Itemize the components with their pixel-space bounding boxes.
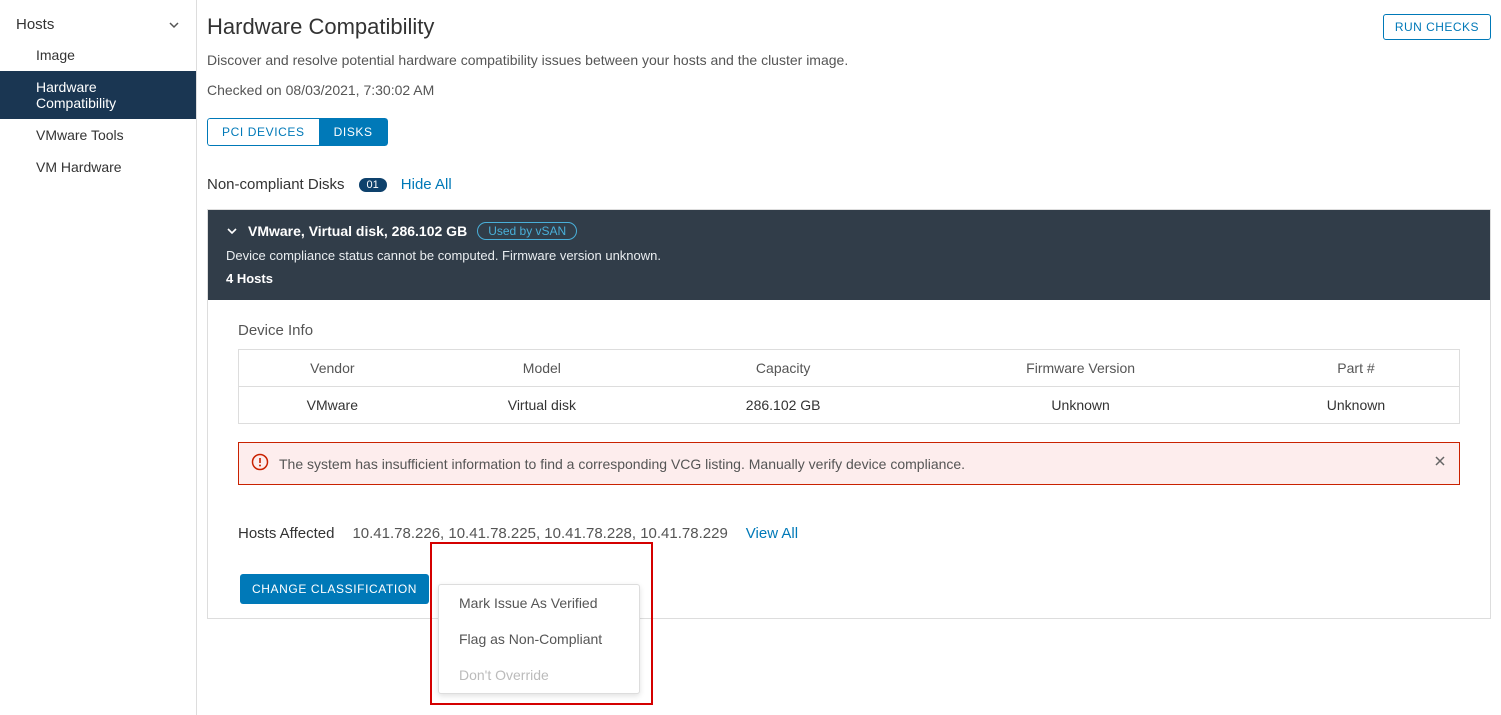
- hosts-affected-label: Hosts Affected: [238, 525, 334, 542]
- table-row: VMware Virtual disk 286.102 GB Unknown U…: [239, 387, 1460, 424]
- error-icon: [251, 453, 269, 474]
- sidebar-item-label: Hardware Compatibility: [36, 79, 116, 111]
- col-vendor: Vendor: [239, 350, 426, 387]
- sidebar-item-label: Image: [36, 47, 75, 63]
- menu-mark-verified[interactable]: Mark Issue As Verified: [439, 585, 639, 621]
- tab-pci-devices[interactable]: PCI DEVICES: [207, 118, 319, 146]
- main-content: Hardware Compatibility RUN CHECKS Discov…: [197, 0, 1501, 715]
- panel-title: VMware, Virtual disk, 286.102 GB: [248, 223, 467, 239]
- col-firmware: Firmware Version: [908, 350, 1253, 387]
- sidebar: Hosts Image Hardware Compatibility VMwar…: [0, 0, 197, 715]
- cell-capacity: 286.102 GB: [658, 387, 908, 424]
- panel-hosts-summary: 4 Hosts: [226, 271, 1472, 286]
- vsan-badge: Used by vSAN: [477, 222, 577, 240]
- chevron-down-icon: [168, 19, 180, 31]
- device-info-label: Device Info: [238, 322, 1460, 339]
- alert-text: The system has insufficient information …: [279, 456, 965, 472]
- sidebar-item-hardware-compatibility[interactable]: Hardware Compatibility: [0, 71, 196, 119]
- panel-header[interactable]: VMware, Virtual disk, 286.102 GB Used by…: [208, 210, 1490, 300]
- disk-panel: VMware, Virtual disk, 286.102 GB Used by…: [207, 209, 1491, 619]
- noncompliant-label: Non-compliant Disks: [207, 176, 345, 193]
- device-tabs: PCI DEVICES DISKS: [207, 118, 388, 146]
- hide-all-link[interactable]: Hide All: [401, 176, 452, 193]
- sidebar-item-label: VMware Tools: [36, 127, 124, 143]
- sidebar-section-hosts[interactable]: Hosts: [0, 10, 196, 39]
- tab-disks[interactable]: DISKS: [319, 118, 388, 146]
- alert-banner: The system has insufficient information …: [238, 442, 1460, 485]
- change-classification-button[interactable]: CHANGE CLASSIFICATION: [240, 574, 429, 604]
- cell-vendor: VMware: [239, 387, 426, 424]
- checked-on-text: Checked on 08/03/2021, 7:30:02 AM: [207, 82, 1491, 98]
- close-icon[interactable]: [1433, 454, 1447, 473]
- cell-part: Unknown: [1253, 387, 1460, 424]
- sidebar-item-label: VM Hardware: [36, 159, 122, 175]
- noncompliant-count-badge: 01: [359, 178, 387, 192]
- sidebar-item-image[interactable]: Image: [0, 39, 196, 71]
- change-classification-menu: Mark Issue As Verified Flag as Non-Compl…: [438, 584, 640, 694]
- page-subtitle: Discover and resolve potential hardware …: [207, 52, 1491, 68]
- cell-firmware: Unknown: [908, 387, 1253, 424]
- run-checks-button[interactable]: RUN CHECKS: [1383, 14, 1491, 40]
- menu-dont-override: Don't Override: [439, 657, 639, 693]
- col-part: Part #: [1253, 350, 1460, 387]
- col-capacity: Capacity: [658, 350, 908, 387]
- panel-status-line: Device compliance status cannot be compu…: [226, 248, 1472, 263]
- hosts-affected-ips: 10.41.78.226, 10.41.78.225, 10.41.78.228…: [352, 525, 727, 542]
- menu-flag-noncompliant[interactable]: Flag as Non-Compliant: [439, 621, 639, 657]
- page-title: Hardware Compatibility: [207, 14, 434, 40]
- col-model: Model: [426, 350, 658, 387]
- device-info-table: Vendor Model Capacity Firmware Version P…: [238, 349, 1460, 424]
- sidebar-item-vm-hardware[interactable]: VM Hardware: [0, 151, 196, 183]
- cell-model: Virtual disk: [426, 387, 658, 424]
- chevron-down-icon: [226, 225, 238, 237]
- table-header-row: Vendor Model Capacity Firmware Version P…: [239, 350, 1460, 387]
- sidebar-section-label: Hosts: [16, 16, 54, 33]
- view-all-link[interactable]: View All: [746, 525, 798, 542]
- sidebar-item-vmware-tools[interactable]: VMware Tools: [0, 119, 196, 151]
